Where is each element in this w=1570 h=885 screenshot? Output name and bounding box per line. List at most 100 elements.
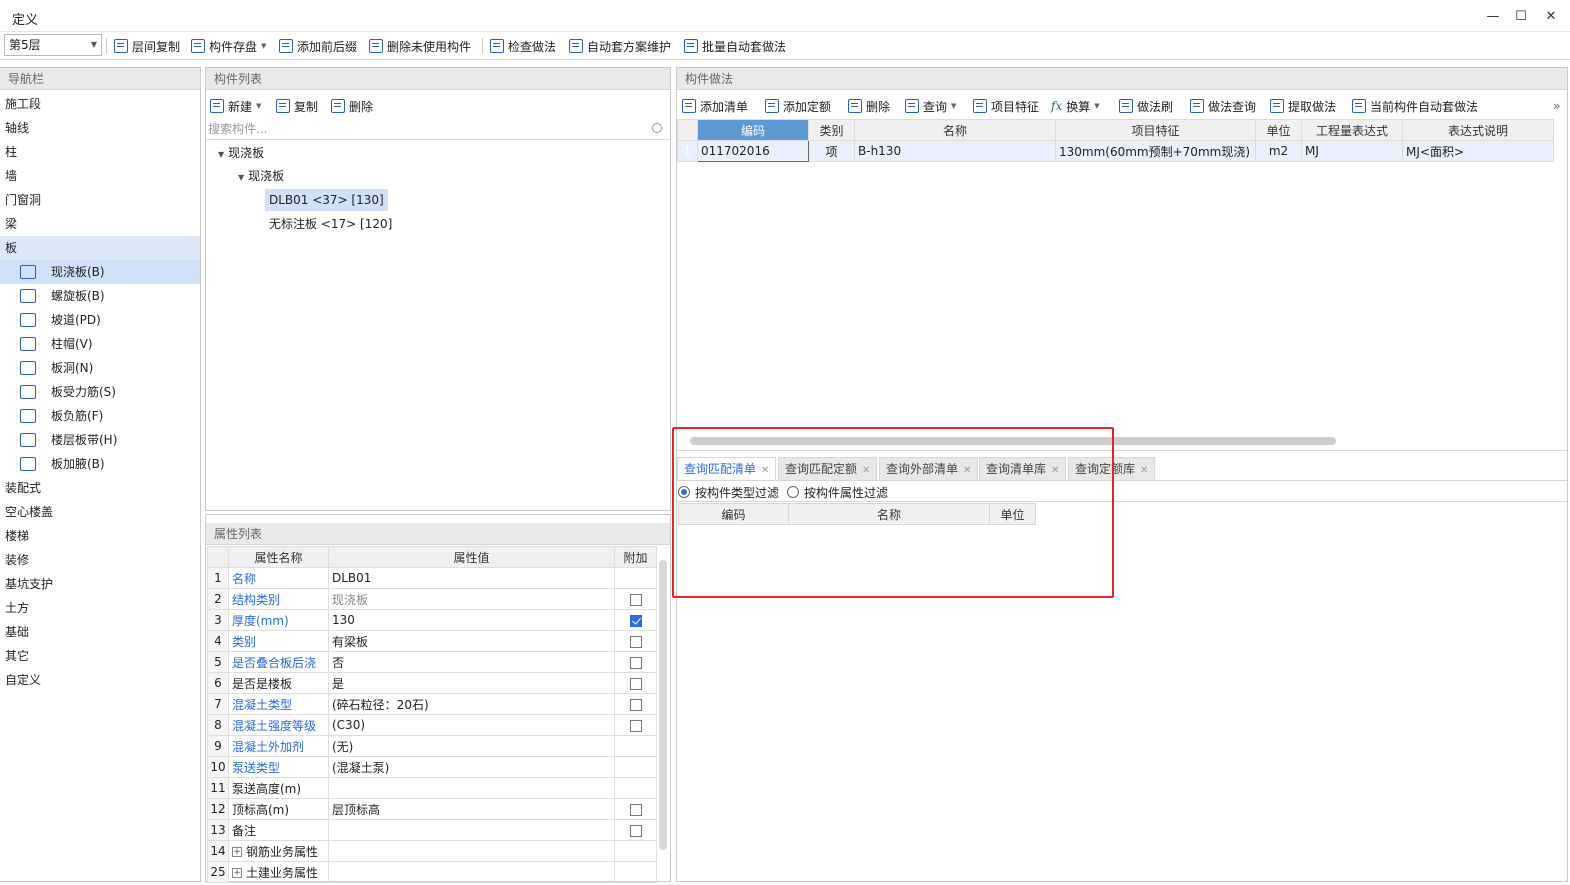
nav-sub-column-cap[interactable]: 柱帽(V) [0, 332, 200, 356]
method-query-button[interactable]: 做法查询 [1190, 97, 1256, 115]
table-row[interactable]: 5 是否叠合板后浇否 [207, 651, 657, 673]
property-value[interactable]: (C30) [328, 714, 615, 736]
column-header-unit[interactable]: 单位 [989, 503, 1036, 525]
expand-arrow-icon[interactable]: ▼ [238, 173, 244, 182]
column-header-type[interactable]: 类别 [808, 119, 855, 141]
property-value[interactable]: 有梁板 [328, 630, 615, 652]
cell-unit[interactable]: m2 [1255, 140, 1302, 162]
component-search-input[interactable]: 搜索构件... [206, 118, 670, 140]
close-icon[interactable]: ✕ [963, 465, 971, 476]
tree-node-unlabeled-slab[interactable]: 无标注板 <17> [120] [269, 213, 392, 235]
cell-name[interactable]: B-h130 [854, 140, 1056, 162]
table-row[interactable]: 25 + 土建业务属性 [207, 861, 657, 883]
nav-item-pit-support[interactable]: 基坑支护 [0, 572, 200, 596]
table-row[interactable]: 1 名称 DLB01 [207, 567, 657, 589]
nav-item-beam[interactable]: 梁 [0, 212, 200, 236]
nav-sub-slab-main-rebar[interactable]: 板受力筋(S) [0, 380, 200, 404]
item-feature-button[interactable]: 项目特征 [973, 97, 1039, 115]
cell-expression[interactable]: MJ [1301, 140, 1403, 162]
close-icon[interactable]: ✕ [1140, 465, 1148, 476]
nav-item-column[interactable]: 柱 [0, 140, 200, 164]
filter-by-type-radio[interactable] [678, 486, 690, 498]
copy-between-floors-button[interactable]: 层间复制 [114, 37, 180, 55]
extra-checkbox[interactable] [629, 698, 642, 711]
property-value[interactable]: 是 [328, 672, 615, 694]
nav-sub-floor-strip[interactable]: 楼层板带(H) [0, 428, 200, 452]
nav-sub-slab-haunch[interactable]: 板加腋(B) [0, 452, 200, 476]
close-icon[interactable]: ✕ [761, 465, 769, 476]
batch-auto-method-button[interactable]: 批量自动套做法 [684, 37, 786, 55]
property-scrollbar[interactable] [659, 560, 667, 850]
add-bill-button[interactable]: 添加清单 [682, 97, 748, 115]
method-brush-button[interactable]: 做法刷 [1119, 97, 1173, 115]
add-quota-button[interactable]: 添加定额 [765, 97, 831, 115]
nav-item-custom[interactable]: 自定义 [0, 668, 200, 692]
new-component-button[interactable]: 新建 ▼ [210, 97, 261, 115]
nav-item-door-window[interactable]: 门窗洞 [0, 188, 200, 212]
copy-component-button[interactable]: 复制 [276, 97, 318, 115]
property-value[interactable]: 130 [328, 609, 615, 631]
column-header-description[interactable]: 表达式说明 [1402, 119, 1554, 141]
search-icon[interactable] [652, 123, 662, 133]
property-value[interactable]: DLB01 [328, 567, 615, 589]
extract-method-button[interactable]: 提取做法 [1270, 97, 1336, 115]
delete-method-button[interactable]: 删除 [848, 97, 890, 115]
table-row[interactable]: 3 厚度(mm) 130 [207, 609, 657, 631]
property-value[interactable] [328, 777, 615, 799]
tree-node-child[interactable]: ▼ 现浇板 [238, 165, 284, 187]
filter-by-attribute-radio[interactable] [787, 486, 800, 498]
tree-node-root[interactable]: ▼ 现浇板 [218, 142, 264, 164]
extra-checkbox[interactable] [629, 803, 642, 816]
extra-checkbox[interactable] [629, 677, 642, 690]
nav-sub-slab-hole[interactable]: 板洞(N) [0, 356, 200, 380]
tab-match-quota[interactable]: 查询匹配定额 ✕ [778, 457, 878, 481]
maximize-icon[interactable]: ☐ [1510, 6, 1532, 26]
extra-checkbox[interactable] [629, 656, 642, 669]
cell-description[interactable]: MJ<面积> [1402, 140, 1554, 162]
cell-type[interactable]: 项 [808, 140, 855, 162]
column-header-name[interactable]: 名称 [788, 503, 990, 525]
add-prefix-suffix-button[interactable]: 添加前后缀 [279, 37, 357, 55]
table-row[interactable]: 6 是否是楼板是 [207, 672, 657, 694]
property-value[interactable]: 层顶标高 [328, 798, 615, 820]
table-row[interactable]: 9 混凝土外加剂 (无) [207, 735, 657, 757]
minimize-icon[interactable]: — [1482, 6, 1504, 26]
nav-item-prefab[interactable]: 装配式 [0, 476, 200, 500]
table-row[interactable]: 4 类别 有梁板 [207, 630, 657, 652]
table-row[interactable]: 7 混凝土类型 (碎石粒径：20石) [207, 693, 657, 715]
column-header-unit[interactable]: 单位 [1255, 119, 1302, 141]
nav-item-other[interactable]: 其它 [0, 644, 200, 668]
nav-item-decoration[interactable]: 装修 [0, 548, 200, 572]
property-value[interactable] [328, 819, 615, 841]
convert-button[interactable]: fx 换算 ▼ [1051, 97, 1100, 115]
property-name-group[interactable]: + 土建业务属性 [228, 861, 329, 883]
extra-checkbox-checked[interactable] [629, 614, 642, 627]
property-name-group[interactable]: + 钢筋业务属性 [228, 840, 329, 862]
auto-scheme-button[interactable]: 自动套方案维护 [569, 37, 671, 55]
table-row[interactable]: 1 011702016 项 B-h130 130mm(60mm预制+70mm现浇… [677, 140, 1554, 162]
save-component-button[interactable]: 构件存盘 ▼ [191, 37, 266, 55]
auto-method-current-button[interactable]: 当前构件自动套做法 [1352, 97, 1478, 115]
column-header-code[interactable]: 编码 [697, 119, 809, 141]
extra-checkbox[interactable] [629, 593, 642, 606]
nav-item-wall[interactable]: 墙 [0, 164, 200, 188]
nav-item-hollow-floor[interactable]: 空心楼盖 [0, 500, 200, 524]
nav-item-slab[interactable]: 板 [0, 236, 200, 260]
nav-item-foundation[interactable]: 基础 [0, 620, 200, 644]
expand-plus-icon[interactable]: + [232, 868, 242, 878]
extra-checkbox[interactable] [629, 635, 642, 648]
nav-sub-slab-negative-rebar[interactable]: 板负筋(F) [0, 404, 200, 428]
property-value[interactable]: (混凝土泵) [328, 756, 615, 778]
filter-by-type-label[interactable]: 按构件类型过滤 [695, 484, 779, 501]
close-icon[interactable]: ✕ [862, 465, 870, 476]
property-value[interactable]: (碎石粒径：20石) [328, 693, 615, 715]
tab-bill-library[interactable]: 查询清单库 ✕ [979, 457, 1067, 481]
nav-item-earthwork[interactable]: 土方 [0, 596, 200, 620]
splitter[interactable] [677, 450, 1567, 451]
nav-sub-ramp[interactable]: 坡道(PD) [0, 308, 200, 332]
toolbar-overflow-icon[interactable]: » [1553, 97, 1560, 115]
extra-checkbox[interactable] [629, 824, 642, 837]
filter-by-attribute-label[interactable]: 按构件属性过滤 [804, 484, 888, 501]
table-row[interactable]: 14 + 钢筋业务属性 [207, 840, 657, 862]
cell-code[interactable]: 011702016 [697, 140, 809, 162]
